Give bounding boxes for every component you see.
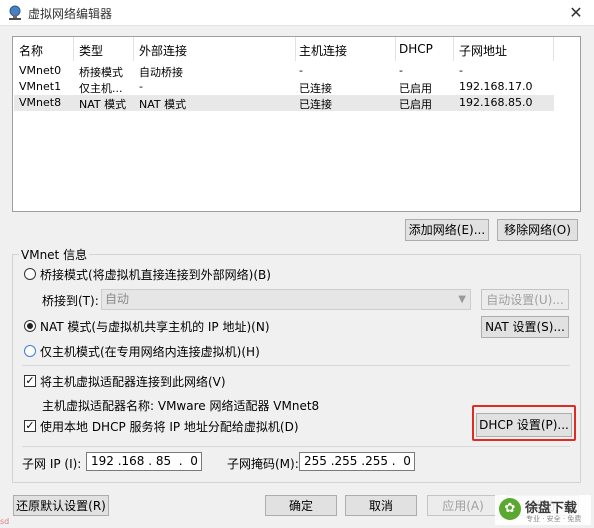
- use-dhcp-label[interactable]: 使用本地 DHCP 服务将 IP 地址分配给虚拟机(D): [40, 418, 299, 435]
- connect-adapter-label[interactable]: 将主机虚拟适配器连接到此网络(V): [40, 373, 226, 390]
- cell-dhcp: 已启用: [399, 82, 432, 95]
- column-separator[interactable]: [133, 37, 134, 61]
- cell-host: -: [299, 64, 303, 77]
- subnet-mask-label: 子网掩码(M):: [227, 457, 299, 471]
- cell-type: NAT 模式: [79, 98, 127, 111]
- cell-name: VMnet0: [19, 64, 62, 77]
- bridge-to-value: 自动: [105, 292, 130, 306]
- cell-type: 桥接模式: [79, 66, 123, 79]
- network-table[interactable]: 名称 类型 外部连接 主机连接 DHCP 子网地址 VMnet0 桥接模式 自动…: [12, 36, 581, 212]
- column-separator[interactable]: [295, 37, 296, 61]
- window-title: 虚拟网络编辑器: [28, 7, 113, 21]
- column-header-host[interactable]: 主机连接: [299, 42, 347, 59]
- restore-defaults-button[interactable]: 还原默认设置(R): [13, 495, 109, 516]
- watermark-subtext: 专业 · 安全 · 免费: [526, 515, 582, 523]
- vmware-network-icon: [7, 5, 23, 21]
- watermark-leaf-icon: ✿: [499, 498, 521, 520]
- bridge-to-select[interactable]: 自动 ▼: [101, 289, 471, 310]
- vmnet-info-label: VMnet 信息: [19, 246, 90, 263]
- column-header-external[interactable]: 外部连接: [139, 42, 187, 59]
- auto-settings-button[interactable]: 自动设置(U)...: [481, 289, 569, 310]
- apply-button[interactable]: 应用(A): [427, 495, 499, 516]
- column-header-name[interactable]: 名称: [19, 42, 43, 59]
- cell-host: 已连接: [299, 98, 332, 111]
- cell-type: 仅主机...: [79, 82, 123, 95]
- cell-subnet: 192.168.17.0: [459, 80, 533, 93]
- chevron-down-icon: ▼: [458, 294, 466, 305]
- cell-name: VMnet8: [19, 96, 62, 109]
- host-only-mode-label[interactable]: 仅主机模式(在专用网络内连接虚拟机)(H): [40, 343, 260, 360]
- column-header-dhcp[interactable]: DHCP: [399, 42, 433, 56]
- corner-label: sd: [0, 517, 10, 526]
- watermark-logo: ✿ 徐盘下载 专业 · 安全 · 免费: [495, 495, 591, 525]
- divider: [22, 365, 570, 366]
- subnet-ip-label: 子网 IP (I):: [22, 457, 82, 471]
- connect-adapter-checkbox[interactable]: ✓: [24, 375, 36, 387]
- bridged-mode-radio[interactable]: [24, 268, 36, 280]
- cell-external: 自动桥接: [139, 66, 183, 79]
- red-highlight-box: [472, 405, 576, 441]
- add-network-button[interactable]: 添加网络(E)...: [405, 219, 489, 241]
- cell-host: 已连接: [299, 82, 332, 95]
- column-separator[interactable]: [453, 37, 454, 61]
- cell-dhcp: -: [399, 64, 403, 77]
- cell-external: NAT 模式: [139, 98, 187, 111]
- adapter-name-text: 主机虚拟适配器名称: VMware 网络适配器 VMnet8: [42, 399, 320, 413]
- table-row[interactable]: VMnet0 桥接模式 自动桥接 - - -: [14, 63, 554, 79]
- close-icon[interactable]: ✕: [566, 3, 586, 23]
- host-only-mode-radio[interactable]: [24, 345, 36, 357]
- table-row-selected[interactable]: VMnet8 NAT 模式 NAT 模式 已连接 已启用 192.168.85.…: [14, 95, 554, 111]
- nat-settings-button[interactable]: NAT 设置(S)...: [481, 316, 569, 338]
- subnet-mask-field[interactable]: 255 .255 .255 . 0: [299, 452, 415, 471]
- table-row[interactable]: VMnet1 仅主机... - 已连接 已启用 192.168.17.0: [14, 79, 554, 95]
- divider: [22, 446, 570, 447]
- nat-mode-radio[interactable]: [24, 320, 36, 332]
- cell-dhcp: 已启用: [399, 98, 432, 111]
- column-header-subnet[interactable]: 子网地址: [459, 42, 507, 59]
- radio-dot: [27, 323, 33, 329]
- nat-mode-label[interactable]: NAT 模式(与虚拟机共享主机的 IP 地址)(N): [40, 318, 270, 335]
- cell-subnet: 192.168.85.0: [459, 96, 533, 109]
- cell-external: -: [139, 80, 143, 93]
- ok-button[interactable]: 确定: [265, 495, 337, 516]
- bridged-mode-label[interactable]: 桥接模式(将虚拟机直接连接到外部网络)(B): [40, 266, 271, 283]
- use-dhcp-checkbox[interactable]: ✓: [24, 420, 36, 432]
- column-header-type[interactable]: 类型: [79, 42, 103, 59]
- column-separator[interactable]: [395, 37, 396, 61]
- column-separator[interactable]: [553, 37, 554, 61]
- cancel-button[interactable]: 取消: [345, 495, 417, 516]
- subnet-ip-field[interactable]: 192 .168 . 85 . 0: [86, 452, 202, 471]
- bridge-to-label: 桥接到(T):: [42, 294, 99, 308]
- cell-name: VMnet1: [19, 80, 62, 93]
- remove-network-button[interactable]: 移除网络(O): [497, 219, 578, 241]
- cell-subnet: -: [459, 64, 463, 77]
- column-separator[interactable]: [73, 37, 74, 61]
